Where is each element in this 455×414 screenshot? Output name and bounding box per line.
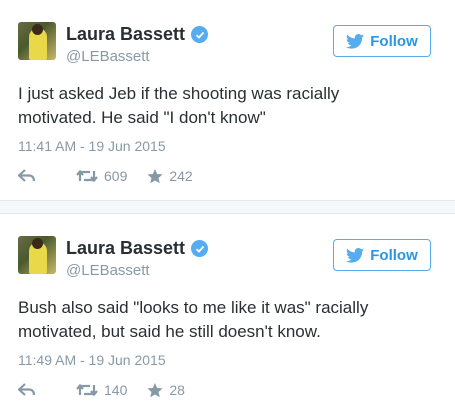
retweet-count: 140 [104,382,128,398]
follow-label: Follow [370,246,418,264]
retweet-icon [76,169,98,183]
follow-button[interactable]: Follow [333,25,431,57]
author-handle[interactable]: @LEBassett [66,48,150,65]
retweet-icon [76,383,98,397]
author-name[interactable]: Laura Bassett [66,24,185,45]
author-row: Laura Bassett [66,24,209,45]
tweet-text: I just asked Jeb if the shooting was rac… [18,82,438,130]
favorite-star-icon [147,382,163,397]
tweet-actions: 140 28 [18,380,185,400]
retweet-button[interactable]: 609 [76,168,127,184]
follow-button[interactable]: Follow [333,239,431,271]
follow-label: Follow [370,32,418,50]
bird-icon [346,33,365,49]
bird-icon [346,247,365,263]
tweet-separator [0,200,455,214]
reply-icon [18,383,36,396]
tweet-card: Laura Bassett @LEBassett Follow I just a… [0,0,455,200]
favorite-button[interactable]: 28 [147,382,185,398]
tweet-text-line: Bush also said "looks to me like it was"… [18,298,369,317]
favorite-count: 242 [169,168,193,184]
tweet-timestamp[interactable]: 11:41 AM - 19 Jun 2015 [18,138,166,154]
retweet-count: 609 [104,168,128,184]
favorite-star-icon [147,168,163,183]
tweet-actions: 609 242 [18,166,193,186]
verified-badge-icon [191,26,209,43]
avatar[interactable] [18,22,56,60]
favorite-count: 28 [169,382,185,398]
tweet-text: Bush also said "looks to me like it was"… [18,296,438,344]
reply-icon [18,169,36,182]
verified-badge-icon [191,240,209,257]
reply-button[interactable] [18,169,40,183]
tweet-text-line: motivated, but said he still doesn't kno… [18,322,321,341]
author-row: Laura Bassett [66,238,209,259]
reply-button[interactable] [18,383,40,397]
author-handle[interactable]: @LEBassett [66,262,150,279]
retweet-button[interactable]: 140 [76,382,127,398]
author-name[interactable]: Laura Bassett [66,238,185,259]
tweet-timestamp[interactable]: 11:49 AM - 19 Jun 2015 [18,352,166,368]
tweet-text-line: I just asked Jeb if the shooting was rac… [18,84,340,103]
favorite-button[interactable]: 242 [147,168,193,184]
tweet-card: Laura Bassett @LEBassett Follow Bush als… [0,214,455,414]
avatar[interactable] [18,236,56,274]
tweet-text-line: motivated. He said "I don't know" [18,108,266,127]
